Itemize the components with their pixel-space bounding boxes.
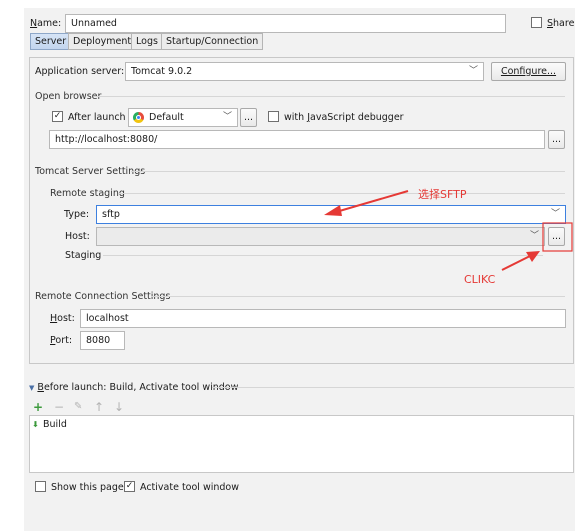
select-sftp-arrow (335, 190, 409, 213)
click-arrow (501, 254, 533, 271)
browse-highlight-box (542, 222, 573, 252)
click-annotation: CLIKC (464, 273, 496, 286)
select-sftp-annotation: 选择SFTP (418, 188, 467, 201)
select-sftp-arrowhead (324, 205, 342, 216)
annotation-overlay (324, 190, 573, 271)
